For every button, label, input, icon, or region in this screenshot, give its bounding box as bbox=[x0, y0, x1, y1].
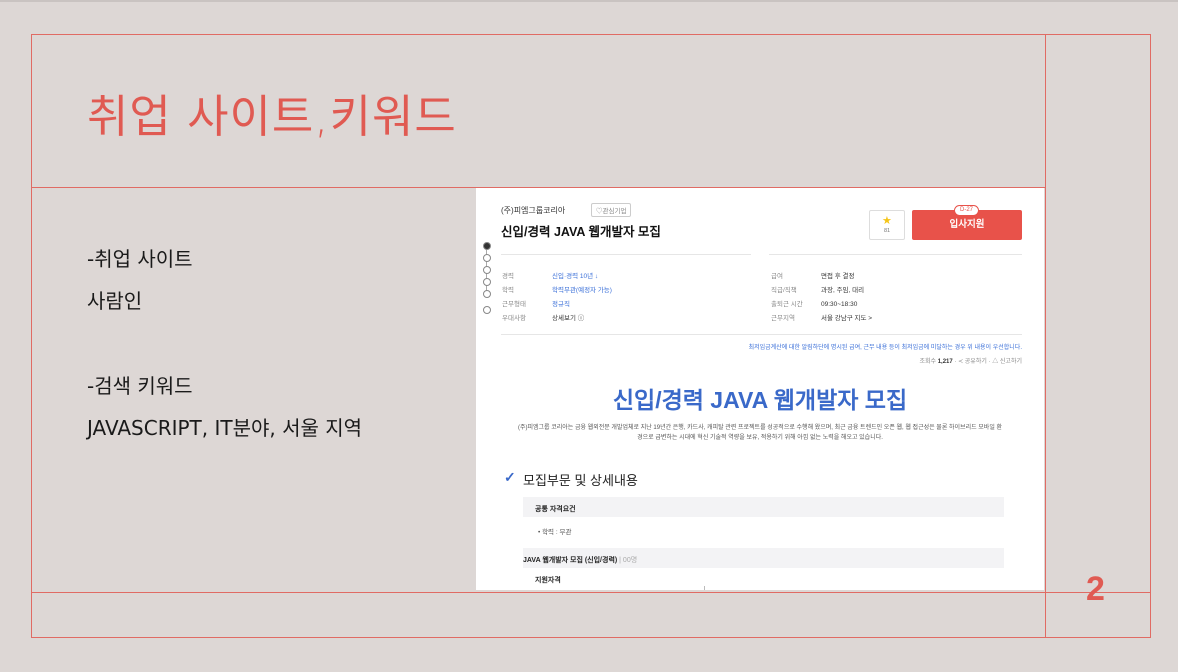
frame-divider-bottom bbox=[31, 592, 1151, 593]
slide-title: 취업 사이트,키워드 bbox=[87, 90, 457, 143]
detail-title: 신입/경력 JAVA 웹개발자 모집 bbox=[612, 387, 908, 413]
nav-dot-5[interactable] bbox=[483, 290, 491, 298]
common-req-title: 공통 자격요건 bbox=[535, 506, 576, 513]
info-hours: 출퇴근 시간 09:30~18:30 bbox=[771, 301, 858, 308]
info-divider-left bbox=[501, 254, 751, 255]
section-title: 모집부문 및 상세내용 bbox=[523, 473, 638, 488]
text-site-heading: -취업 사이트 bbox=[87, 247, 193, 271]
report-link[interactable]: 신고하기 bbox=[1000, 359, 1022, 365]
view-count: 1,217 bbox=[937, 359, 953, 365]
bell-icon: △ bbox=[992, 359, 999, 365]
text-keywords: JAVASCRIPT, IT분야, 서울 지역 bbox=[87, 416, 363, 440]
info-preference[interactable]: 우대사항 상세보기 ⓘ bbox=[502, 312, 584, 322]
share-icon: ≺ bbox=[958, 359, 964, 365]
top-border bbox=[0, 0, 1178, 2]
share-link[interactable]: 공유하기 bbox=[965, 359, 987, 365]
frame-top bbox=[31, 34, 1151, 35]
nav-dot-3[interactable] bbox=[483, 266, 491, 274]
info-employment-type: 근무형태 정규직 bbox=[502, 301, 570, 308]
common-req-header bbox=[523, 497, 1004, 517]
scrap-button[interactable]: ★ 81 bbox=[869, 210, 905, 240]
company-intro: (주)피엠그룹 코리아는 금융 웹외전문 개발업체로 지난 19년간 은행, 카… bbox=[517, 425, 1003, 441]
nav-dot-2[interactable] bbox=[483, 254, 491, 262]
nav-more-icon[interactable] bbox=[483, 306, 491, 314]
interest-company-button[interactable]: ♡관심기업 bbox=[591, 203, 632, 217]
frame-left bbox=[31, 34, 32, 638]
job-section-title: JAVA 웹개발자 모집 (신입/경력) | 00명 bbox=[523, 557, 638, 564]
text-keyword-heading: -검색 키워드 bbox=[87, 374, 193, 398]
common-req-item: • 학력 : 무관 bbox=[538, 529, 572, 536]
info-bottom-divider bbox=[501, 334, 1022, 335]
frame-right bbox=[1150, 34, 1151, 638]
nav-dot-4[interactable] bbox=[483, 278, 491, 286]
info-salary: 급여 면접 후 결정 bbox=[771, 273, 855, 280]
job-title: 신입/경력 JAVA 웹개발자 모집 bbox=[501, 225, 661, 239]
check-icon: ✓ bbox=[504, 469, 516, 485]
nav-dot-1[interactable] bbox=[483, 242, 491, 250]
info-position: 직급/직책 과장, 주임, 대리 bbox=[771, 287, 865, 294]
text-site-name: 사람인 bbox=[87, 289, 143, 313]
star-icon: ★ bbox=[882, 215, 892, 227]
side-navigation bbox=[483, 242, 491, 322]
frame-right-inner bbox=[1045, 34, 1046, 638]
info-experience: 경력 신입·경력 10년 ↓ bbox=[502, 273, 599, 280]
company-name[interactable]: (주)피엠그룹코리아 bbox=[501, 205, 565, 216]
tiny-divider bbox=[704, 586, 705, 590]
scrap-count: 81 bbox=[883, 228, 891, 234]
job-posting-screenshot: (주)피엠그룹코리아 ♡관심기업 신입/경력 JAVA 웹개발자 모집 ★ 81… bbox=[476, 188, 1044, 590]
info-location[interactable]: 근무지역 서울 강남구 지도 > bbox=[771, 312, 872, 322]
dday-badge: D-27 bbox=[954, 205, 980, 216]
info-education: 학력 학력무관(예정자 가능) bbox=[502, 287, 612, 294]
frame-bottom bbox=[31, 637, 1151, 638]
info-divider-right bbox=[769, 254, 1022, 255]
minimum-wage-notice: 최저임금계산에 대한 알림하단에 명시된 급여, 근무 내용 등이 최저임금에 … bbox=[748, 345, 1022, 351]
posting-meta: 조회수 1,217 · ≺ 공유하기 · △ 신고하기 bbox=[919, 359, 1022, 365]
qualification-title: 지원자격 bbox=[535, 577, 561, 584]
page-number: 2 bbox=[1086, 570, 1105, 608]
